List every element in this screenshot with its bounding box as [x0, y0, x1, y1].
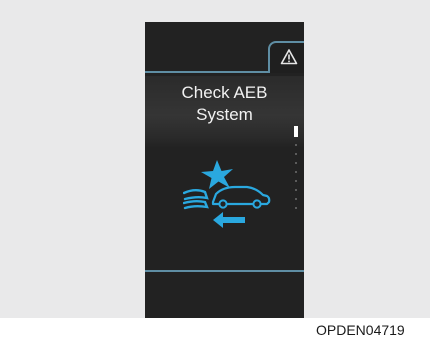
- message-line-1: Check AEB: [181, 83, 268, 102]
- warning-tab[interactable]: [268, 41, 304, 73]
- header-divider: [145, 71, 269, 73]
- scrollbar-thumb[interactable]: [294, 126, 298, 137]
- warning-message: Check AEB System: [145, 82, 304, 126]
- impact-star-icon: [201, 160, 233, 189]
- scrollbar-track[interactable]: [295, 126, 297, 216]
- brake-arrow-icon: [213, 212, 245, 228]
- figure-code: OPDEN04719: [316, 322, 405, 338]
- cluster-display: Check AEB System: [145, 22, 304, 318]
- message-line-2: System: [196, 105, 253, 124]
- warning-triangle-icon: [280, 49, 298, 65]
- aeb-collision-icon: [183, 160, 271, 228]
- own-car-icon: [183, 189, 209, 201]
- footer-divider: [145, 270, 304, 272]
